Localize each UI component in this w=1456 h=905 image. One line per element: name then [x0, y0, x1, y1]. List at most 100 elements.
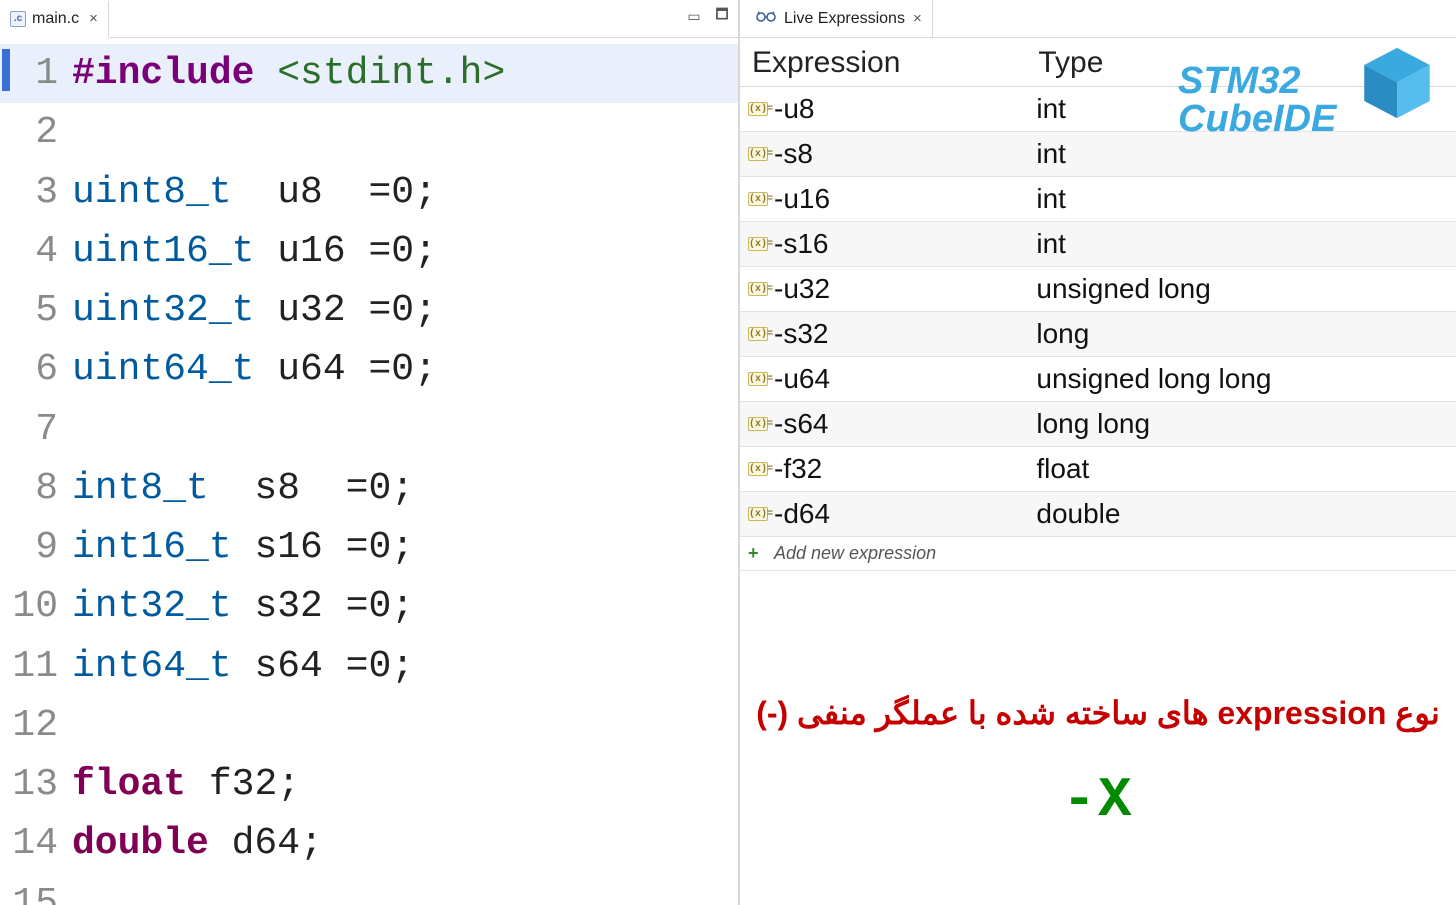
variable-icon: (x)=	[748, 102, 768, 116]
code-editor[interactable]: 1#include <stdint.h>23uint8_t u8 =0;4uin…	[0, 38, 738, 905]
code-line[interactable]: 6uint64_t u64 =0;	[0, 340, 738, 399]
expression-cell[interactable]: (x)=-s8	[740, 132, 1026, 177]
live-expressions-table: Expression Type (x)=-u8int(x)=-s8int(x)=…	[740, 38, 1456, 571]
expression-cell[interactable]: (x)=-u16	[740, 177, 1026, 222]
close-icon[interactable]: ×	[913, 10, 922, 27]
type-cell: int	[1026, 177, 1456, 222]
glasses-icon	[756, 9, 776, 28]
line-number: 2	[0, 103, 72, 162]
line-content: int16_t s16 =0;	[72, 518, 738, 577]
expression-cell[interactable]: (x)=-d64	[740, 492, 1026, 537]
line-content: int8_t s8 =0;	[72, 459, 738, 518]
table-row[interactable]: (x)=-s32long	[740, 312, 1456, 357]
live-expressions-pane: Live Expressions × STM32 CubeIDE Express…	[740, 0, 1456, 905]
add-expression-row[interactable]: +Add new expression	[740, 537, 1456, 571]
line-number: 5	[0, 281, 72, 340]
minimize-icon[interactable]: ▭	[684, 6, 704, 26]
type-cell: int	[1026, 222, 1456, 267]
variable-icon: (x)=	[748, 147, 768, 161]
type-cell: unsigned long long	[1026, 357, 1456, 402]
type-cell: long long	[1026, 402, 1456, 447]
line-content: float f32;	[72, 755, 738, 814]
table-row[interactable]: (x)=-u8int	[740, 87, 1456, 132]
code-line[interactable]: 1#include <stdint.h>	[0, 44, 738, 103]
line-content	[72, 874, 738, 905]
code-line[interactable]: 10int32_t s32 =0;	[0, 577, 738, 636]
editor-tab-bar: .c main.c × ▭ 🗖	[0, 0, 738, 38]
annotation-minus-x: -X	[740, 768, 1456, 832]
line-content	[72, 103, 738, 162]
code-line[interactable]: 2	[0, 103, 738, 162]
line-content: double d64;	[72, 814, 738, 873]
type-cell: int	[1026, 87, 1456, 132]
variable-icon: (x)=	[748, 372, 768, 386]
expression-cell[interactable]: (x)=-s32	[740, 312, 1026, 357]
live-expressions-tab-bar: Live Expressions ×	[740, 0, 1456, 38]
editor-toolbar: ▭ 🗖	[684, 6, 732, 26]
type-cell: double	[1026, 492, 1456, 537]
editor-tab-label: main.c	[32, 10, 79, 28]
code-line[interactable]: 4uint16_t u16 =0;	[0, 222, 738, 281]
expression-cell[interactable]: (x)=-u64	[740, 357, 1026, 402]
line-number: 11	[0, 637, 72, 696]
maximize-icon[interactable]: 🗖	[712, 6, 732, 26]
c-file-icon: .c	[10, 11, 26, 27]
variable-icon: (x)=	[748, 507, 768, 521]
table-row[interactable]: (x)=-u16int	[740, 177, 1456, 222]
line-number: 7	[0, 400, 72, 459]
line-number: 10	[0, 577, 72, 636]
line-content: uint8_t u8 =0;	[72, 163, 738, 222]
table-row[interactable]: (x)=-s8int	[740, 132, 1456, 177]
expression-cell[interactable]: (x)=-s64	[740, 402, 1026, 447]
table-row[interactable]: (x)=-s64long long	[740, 402, 1456, 447]
type-cell: int	[1026, 132, 1456, 177]
code-line[interactable]: 9int16_t s16 =0;	[0, 518, 738, 577]
editor-tab-main-c[interactable]: .c main.c ×	[0, 1, 109, 38]
line-content	[72, 696, 738, 755]
expression-cell[interactable]: (x)=-u32	[740, 267, 1026, 312]
line-number: 1	[0, 44, 72, 103]
current-line-marker	[2, 49, 10, 91]
close-icon[interactable]: ×	[89, 10, 98, 27]
table-row[interactable]: (x)=-u64unsigned long long	[740, 357, 1456, 402]
line-content: uint64_t u64 =0;	[72, 340, 738, 399]
line-content: int64_t s64 =0;	[72, 637, 738, 696]
code-line[interactable]: 14double d64;	[0, 814, 738, 873]
line-content	[72, 400, 738, 459]
line-number: 12	[0, 696, 72, 755]
table-row[interactable]: (x)=-f32float	[740, 447, 1456, 492]
expression-cell[interactable]: (x)=-f32	[740, 447, 1026, 492]
line-content: #include <stdint.h>	[72, 44, 738, 103]
code-line[interactable]: 15	[0, 874, 738, 905]
expression-cell[interactable]: (x)=-u8	[740, 87, 1026, 132]
code-line[interactable]: 8int8_t s8 =0;	[0, 459, 738, 518]
code-line[interactable]: 7	[0, 400, 738, 459]
editor-pane: .c main.c × ▭ 🗖 1#include <stdint.h>23ui…	[0, 0, 740, 905]
variable-icon: (x)=	[748, 237, 768, 251]
column-header-type[interactable]: Type	[1026, 38, 1456, 87]
variable-icon: (x)=	[748, 192, 768, 206]
code-line[interactable]: 12	[0, 696, 738, 755]
line-number: 4	[0, 222, 72, 281]
type-cell: unsigned long	[1026, 267, 1456, 312]
column-header-expression[interactable]: Expression	[740, 38, 1026, 87]
expression-cell[interactable]: (x)=-s16	[740, 222, 1026, 267]
line-number: 3	[0, 163, 72, 222]
table-row[interactable]: (x)=-s16int	[740, 222, 1456, 267]
line-number: 9	[0, 518, 72, 577]
table-row[interactable]: (x)=-d64double	[740, 492, 1456, 537]
variable-icon: (x)=	[748, 417, 768, 431]
code-line[interactable]: 13float f32;	[0, 755, 738, 814]
table-row[interactable]: (x)=-u32unsigned long	[740, 267, 1456, 312]
variable-icon: (x)=	[748, 462, 768, 476]
line-number: 6	[0, 340, 72, 399]
code-line[interactable]: 3uint8_t u8 =0;	[0, 163, 738, 222]
line-number: 15	[0, 874, 72, 905]
line-content: uint16_t u16 =0;	[72, 222, 738, 281]
type-cell: long	[1026, 312, 1456, 357]
live-expressions-tab[interactable]: Live Expressions ×	[746, 0, 933, 37]
line-content: int32_t s32 =0;	[72, 577, 738, 636]
code-line[interactable]: 11int64_t s64 =0;	[0, 637, 738, 696]
code-line[interactable]: 5uint32_t u32 =0;	[0, 281, 738, 340]
line-content: uint32_t u32 =0;	[72, 281, 738, 340]
